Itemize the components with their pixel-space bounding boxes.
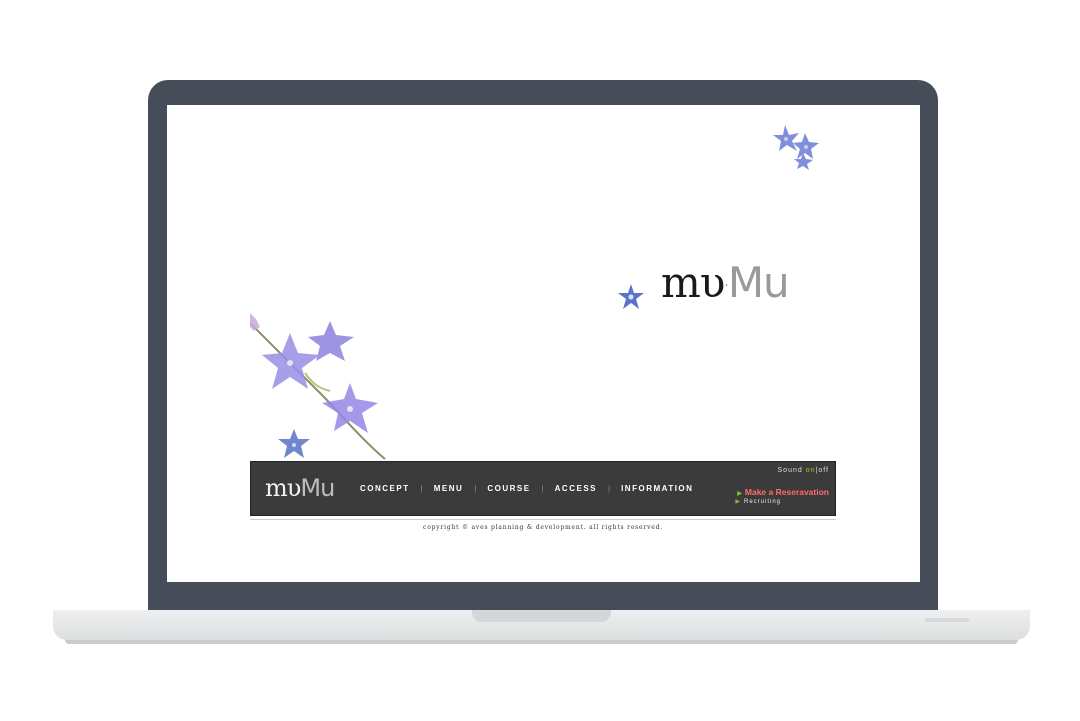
footer-divider [250,519,836,520]
bellflower-decoration-icon [618,284,644,309]
laptop-notch [472,610,611,622]
nav-item-access[interactable]: ACCESS [555,484,597,493]
arrow-right-icon: ▶ [737,491,742,497]
nav-separator: | [541,484,544,493]
sound-off-button[interactable]: off [818,467,829,474]
sound-on-button[interactable]: on [806,467,816,474]
copyright-text: copyright © aves planning & development.… [423,524,663,531]
recruiting-label: Recruiting [743,499,781,505]
laptop-slot [925,618,969,622]
nav-item-information[interactable]: INFORMATION [621,484,693,493]
recruiting-link[interactable]: ▶ Recruiting [735,498,781,505]
logo-primary-text: mυ [265,474,301,502]
logo-primary-text: mυ [661,258,725,307]
arrow-right-icon: ▶ [735,499,741,505]
laptop-screen: mυ·Mu mυMu CONCEPT | MENU | COURSE | ACC… [167,105,920,582]
nav-separator: | [420,484,423,493]
nav-item-concept[interactable]: CONCEPT [360,484,410,493]
bellflower-decoration-icon [773,125,819,170]
nav-menu: CONCEPT | MENU | COURSE | ACCESS | INFOR… [360,484,693,493]
nav-separator: | [474,484,477,493]
bellflower-decoration-icon [250,313,386,460]
laptop-shadow [65,640,1018,644]
nav-item-course[interactable]: COURSE [487,484,530,493]
sound-label: Sound [777,467,803,474]
logo-secondary-text: Mu [300,474,335,502]
reservation-label: Make a Reseravation [744,487,829,497]
nav-logo[interactable]: mυMu [265,474,335,502]
sound-toggle: Sound on|off [778,467,829,474]
nav-item-menu[interactable]: MENU [434,484,464,493]
hero-logo: mυ·Mu [661,258,790,310]
logo-secondary-text: Mu [727,258,790,307]
reservation-link[interactable]: ▶ Make a Reseravation [737,487,829,497]
navigation-bar: mυMu CONCEPT | MENU | COURSE | ACCESS | … [250,461,836,516]
nav-separator: | [608,484,611,493]
